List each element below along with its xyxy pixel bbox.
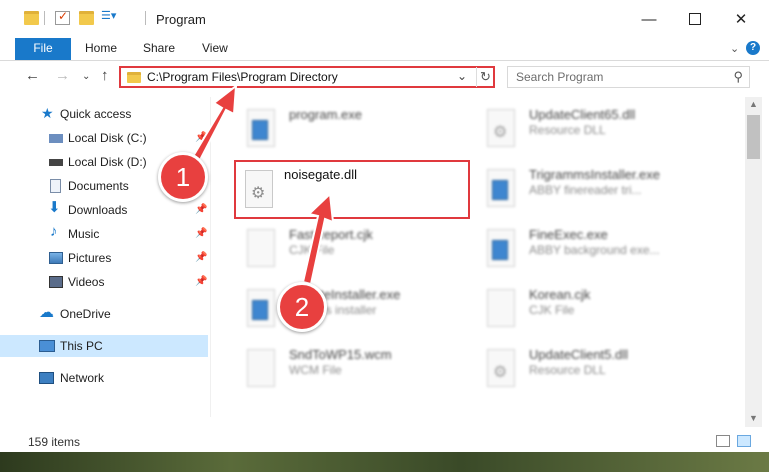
arrow-step-2: [301, 191, 335, 286]
step-1-badge: 1: [158, 152, 208, 202]
arrow-step-1: [190, 83, 238, 164]
annotation-arrows: [190, 83, 335, 286]
desktop-background: [0, 452, 769, 472]
step-2-badge: 2: [277, 282, 327, 332]
explorer-window: ✓ ☰▾ Program — ✕ File Home Share View ⌄ …: [0, 0, 769, 453]
